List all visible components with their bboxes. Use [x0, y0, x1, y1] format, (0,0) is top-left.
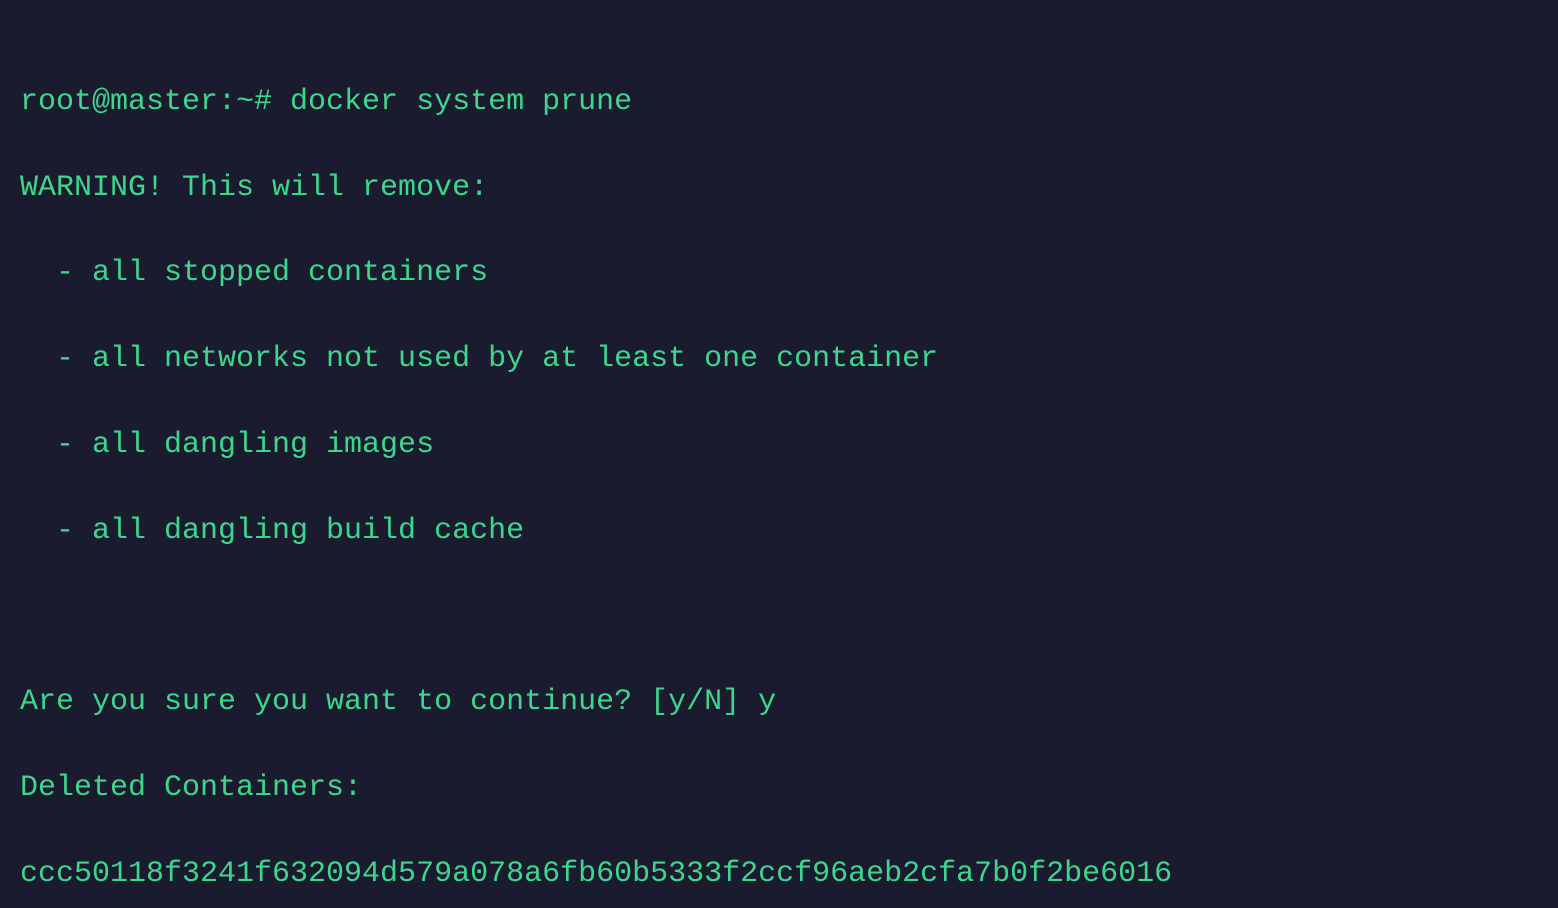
- command-text: docker system prune: [290, 85, 632, 119]
- confirm-prompt: Are you sure you want to continue? [y/N]…: [20, 681, 1538, 724]
- shell-prompt: root@master:~#: [20, 85, 290, 119]
- warning-item: - all dangling build cache: [20, 510, 1538, 553]
- warning-item: - all networks not used by at least one …: [20, 338, 1538, 381]
- deleted-header: Deleted Containers:: [20, 767, 1538, 810]
- terminal-window[interactable]: root@master:~# docker system prune WARNI…: [0, 0, 1558, 908]
- blank-line: [20, 596, 1538, 639]
- prompt-command-line: root@master:~# docker system prune: [20, 81, 1538, 124]
- warning-item: - all dangling images: [20, 424, 1538, 467]
- deleted-container-id: ccc50118f3241f632094d579a078a6fb60b5333f…: [20, 853, 1538, 896]
- warning-header: WARNING! This will remove:: [20, 167, 1538, 210]
- warning-item: - all stopped containers: [20, 252, 1538, 295]
